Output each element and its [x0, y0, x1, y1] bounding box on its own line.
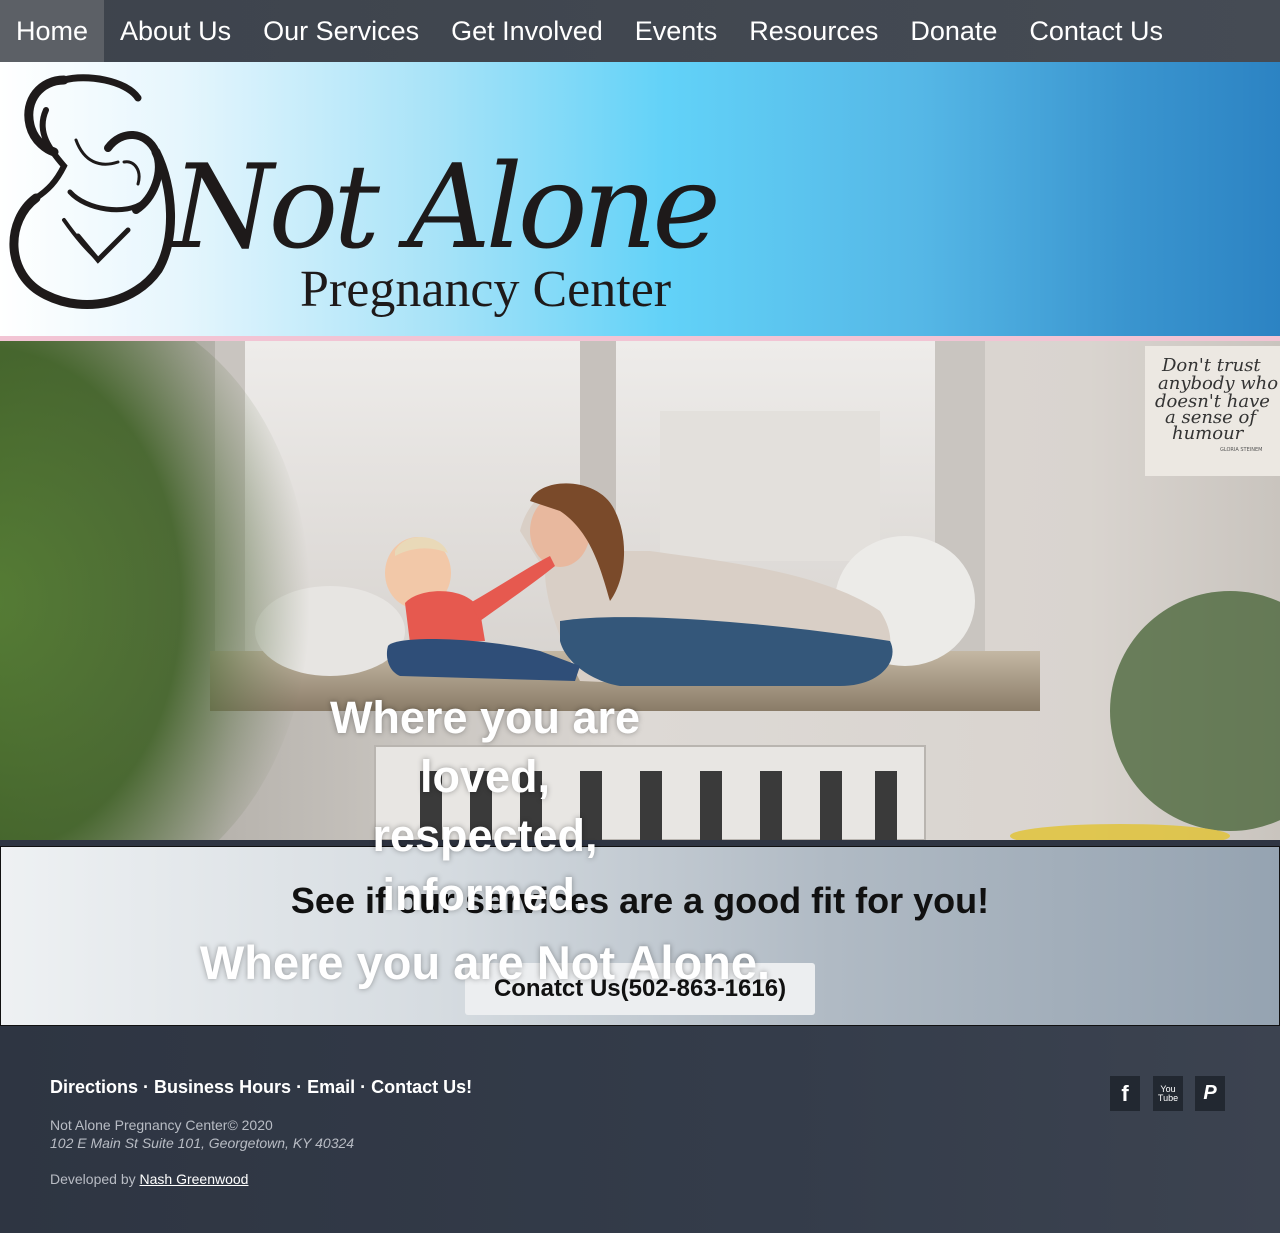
nav-item-home[interactable]: Home [0, 0, 105, 62]
tagline-line-4: informed. [382, 869, 588, 920]
footer-link-contact-us[interactable]: Contact Us! [371, 1077, 472, 1097]
facebook-icon: f [1121, 1080, 1129, 1106]
footer-links: Directions · Business Hours · Email · Contact … [50, 1077, 472, 1098]
poster-line-5: humour [1172, 423, 1245, 444]
tagline-not-alone: Where you are Not Alone. [199, 936, 771, 989]
paypal-button[interactable]: P [1195, 1076, 1225, 1111]
footer-link-business-hours[interactable]: Business Hours [154, 1077, 291, 1097]
footer-separator: · [143, 1077, 150, 1097]
facebook-button[interactable]: f [1110, 1076, 1140, 1111]
mother-child-logo-icon[interactable] [6, 70, 186, 320]
developer-link[interactable]: Nash Greenwood [140, 1171, 249, 1187]
developer-credit-prefix: Developed by [50, 1171, 140, 1187]
poster-author: GLORIA STEINEM [1220, 447, 1262, 453]
tagline-line-1: Where you are [329, 692, 641, 743]
footer-separator: · [360, 1077, 367, 1097]
paypal-icon: P [1203, 1082, 1217, 1104]
tagline-line-3: respected, [372, 810, 598, 861]
top-navigation: Home About Us Our Services Get Involved … [0, 0, 1280, 62]
hero-tagline: Where you are loved, respected, informed… [180, 688, 790, 992]
logo-subtitle: Pregnancy Center [300, 261, 672, 318]
address-text: 102 E Main St Suite 101, Georgetown, KY … [50, 1135, 355, 1151]
youtube-icon: You Tube [1157, 1083, 1179, 1103]
logo-title: Not Alone [172, 140, 721, 275]
youtube-button[interactable]: You Tube [1153, 1076, 1183, 1111]
footer-link-directions[interactable]: Directions [50, 1077, 138, 1097]
nav-item-events[interactable]: Events [619, 0, 734, 62]
footer-separator: · [296, 1077, 303, 1097]
copyright-text: Not Alone Pregnancy Center© 2020 [50, 1117, 273, 1133]
tagline-line-2: loved, [419, 751, 551, 802]
nav-item-get-involved[interactable]: Get Involved [435, 0, 619, 62]
nav-item-our-services[interactable]: Our Services [247, 0, 435, 62]
nav-item-donate[interactable]: Donate [894, 0, 1013, 62]
developer-credit: Developed by Nash Greenwood [50, 1171, 248, 1187]
nav-item-about-us[interactable]: About Us [104, 0, 247, 62]
footer-link-email[interactable]: Email [307, 1077, 355, 1097]
nav-item-contact-us[interactable]: Contact Us [1013, 0, 1179, 62]
nav-item-resources[interactable]: Resources [733, 0, 894, 62]
